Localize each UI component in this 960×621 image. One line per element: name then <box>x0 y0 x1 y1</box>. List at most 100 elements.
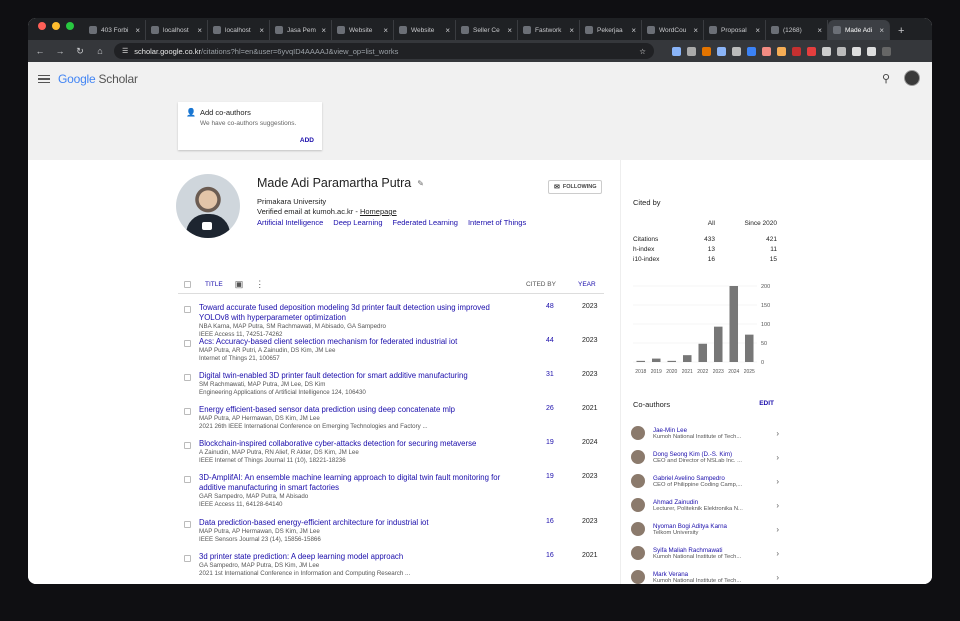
interest-link[interactable]: Federated Learning <box>393 218 458 227</box>
search-icon[interactable]: ⚲ <box>882 72 890 85</box>
browser-tab[interactable]: Pekerjaa × <box>580 20 642 40</box>
download-icon[interactable] <box>852 46 861 56</box>
extension-icon[interactable] <box>732 46 741 56</box>
browser-tab[interactable]: (1268) × <box>766 20 828 40</box>
add-coauthors-button[interactable]: ADD <box>300 137 314 144</box>
maximize-window-button[interactable] <box>66 22 74 30</box>
cited-by-count[interactable]: 19 <box>546 439 554 446</box>
coauthor-item[interactable]: Ahmad Zainudin Lecturer, Politeknik Elekt… <box>631 494 779 516</box>
minimize-window-button[interactable] <box>52 22 60 30</box>
google-scholar-logo[interactable]: Google Scholar <box>58 72 138 86</box>
extension-icon[interactable] <box>807 46 816 56</box>
coauthor-item[interactable]: Nyoman Bogi Aditya Karna Telkom Universit… <box>631 518 779 540</box>
coauthor-item[interactable]: Jae-Min Lee Kumoh National Institute of T… <box>631 422 779 444</box>
tab-close-icon[interactable]: × <box>817 26 822 35</box>
extension-icon[interactable] <box>702 46 711 56</box>
extension-icon[interactable] <box>762 46 771 56</box>
tab-close-icon[interactable]: × <box>569 26 574 35</box>
browser-tab[interactable]: localhost × <box>146 20 208 40</box>
browser-tab[interactable]: Website × <box>394 20 456 40</box>
interest-link[interactable]: Deep Learning <box>333 218 382 227</box>
extension-icon[interactable] <box>792 46 801 56</box>
article-title-link[interactable]: Data prediction-based energy-efficient a… <box>199 518 509 528</box>
browser-tab[interactable]: Proposal × <box>704 20 766 40</box>
account-avatar[interactable] <box>904 70 920 86</box>
coauthor-name[interactable]: Dong Seong Kim (D.-S. Kim) <box>653 451 776 458</box>
cited-by-count[interactable]: 48 <box>546 303 554 310</box>
add-article-icon[interactable]: ▣ <box>235 279 244 290</box>
cited-by-count[interactable]: 16 <box>546 518 554 525</box>
tab-close-icon[interactable]: × <box>259 26 264 35</box>
url-bar[interactable]: ☰ scholar.google.co.kr/citations?hl=en&u… <box>114 43 654 59</box>
article-title-link[interactable]: Acs: Accuracy-based client selection mec… <box>199 337 509 347</box>
back-icon[interactable]: ← <box>34 46 46 56</box>
profile-icon[interactable] <box>867 46 876 56</box>
puzzle-icon[interactable] <box>822 46 831 56</box>
edit-pencil-icon[interactable]: ✎ <box>417 179 424 188</box>
article-title-link[interactable]: Blockchain-inspired collaborative cyber-… <box>199 439 509 449</box>
cited-by-count[interactable]: 44 <box>546 337 554 344</box>
browser-tab[interactable]: Fastwork × <box>518 20 580 40</box>
sort-by-year[interactable]: YEAR <box>578 281 596 288</box>
tab-close-icon[interactable]: × <box>631 26 636 35</box>
tab-close-icon[interactable]: × <box>321 26 326 35</box>
row-checkbox[interactable] <box>184 555 191 562</box>
bar-2025[interactable] <box>744 334 754 362</box>
row-checkbox[interactable] <box>184 521 191 528</box>
chevron-right-icon[interactable]: › <box>776 501 779 510</box>
sort-by-title[interactable]: TITLE <box>205 281 223 288</box>
extension-icon[interactable] <box>717 46 726 56</box>
coauthor-item[interactable]: Dong Seong Kim (D.-S. Kim) CEO and Direct… <box>631 446 779 468</box>
cited-by-count[interactable]: 16 <box>546 552 554 559</box>
sort-by-cited[interactable]: CITED BY <box>526 281 556 288</box>
new-tab-button[interactable]: + <box>890 25 912 40</box>
chevron-right-icon[interactable]: › <box>776 525 779 534</box>
row-checkbox[interactable] <box>184 442 191 449</box>
interest-link[interactable]: Artificial Intelligence <box>257 218 323 227</box>
cited-by-count[interactable]: 26 <box>546 405 554 412</box>
homepage-link[interactable]: Homepage <box>360 207 397 216</box>
edit-coauthors-button[interactable]: EDIT <box>759 400 774 407</box>
article-title-link[interactable]: Digital twin-enabled 3D printer fault de… <box>199 371 509 381</box>
browser-tab[interactable]: Made Adi × <box>828 20 890 40</box>
menu-icon[interactable] <box>882 46 891 56</box>
row-checkbox[interactable] <box>184 340 191 347</box>
bar-2019[interactable] <box>651 358 661 362</box>
coauthor-name[interactable]: Syifa Maliah Rachmawati <box>653 547 776 554</box>
article-title-link[interactable]: Toward accurate fused deposition modelin… <box>199 303 509 323</box>
bar-2023[interactable] <box>713 326 723 362</box>
article-title-link[interactable]: 3d printer state prediction: A deep lear… <box>199 552 509 562</box>
bookmark-star-icon[interactable]: ☆ <box>639 47 646 56</box>
coauthor-item[interactable]: Mark Verana Kumoh National Institute of T… <box>631 566 779 584</box>
profile-photo[interactable] <box>176 174 240 238</box>
row-checkbox[interactable] <box>184 408 191 415</box>
row-checkbox[interactable] <box>184 306 191 313</box>
menu-icon[interactable] <box>38 74 50 84</box>
tab-close-icon[interactable]: × <box>879 26 884 35</box>
extension-icon[interactable] <box>747 46 756 56</box>
extension-icon[interactable] <box>687 46 696 56</box>
bar-2020[interactable] <box>667 360 677 362</box>
browser-tab[interactable]: localhost × <box>208 20 270 40</box>
select-all-checkbox[interactable] <box>184 281 191 288</box>
tab-close-icon[interactable]: × <box>693 26 698 35</box>
tab-close-icon[interactable]: × <box>135 26 140 35</box>
home-icon[interactable]: ⌂ <box>94 46 106 56</box>
more-options-icon[interactable]: ⋮ <box>255 279 264 290</box>
chevron-right-icon[interactable]: › <box>776 549 779 558</box>
cited-by-count[interactable]: 31 <box>546 371 554 378</box>
sidebar-icon[interactable] <box>837 46 846 56</box>
chevron-right-icon[interactable]: › <box>776 453 779 462</box>
coauthor-item[interactable]: Syifa Maliah Rachmawati Kumoh National In… <box>631 542 779 564</box>
bar-2018[interactable] <box>636 360 646 362</box>
coauthor-name[interactable]: Gabriel Avelino Sampedro <box>653 475 776 482</box>
tab-close-icon[interactable]: × <box>383 26 388 35</box>
forward-icon[interactable]: → <box>54 46 66 56</box>
row-checkbox[interactable] <box>184 476 191 483</box>
coauthor-name[interactable]: Ahmad Zainudin <box>653 499 776 506</box>
bar-2024[interactable] <box>729 286 739 362</box>
tab-close-icon[interactable]: × <box>445 26 450 35</box>
cited-by-count[interactable]: 19 <box>546 473 554 480</box>
coauthor-item[interactable]: Gabriel Avelino Sampedro CEO of Philippin… <box>631 470 779 492</box>
browser-tab[interactable]: Seller Ce × <box>456 20 518 40</box>
